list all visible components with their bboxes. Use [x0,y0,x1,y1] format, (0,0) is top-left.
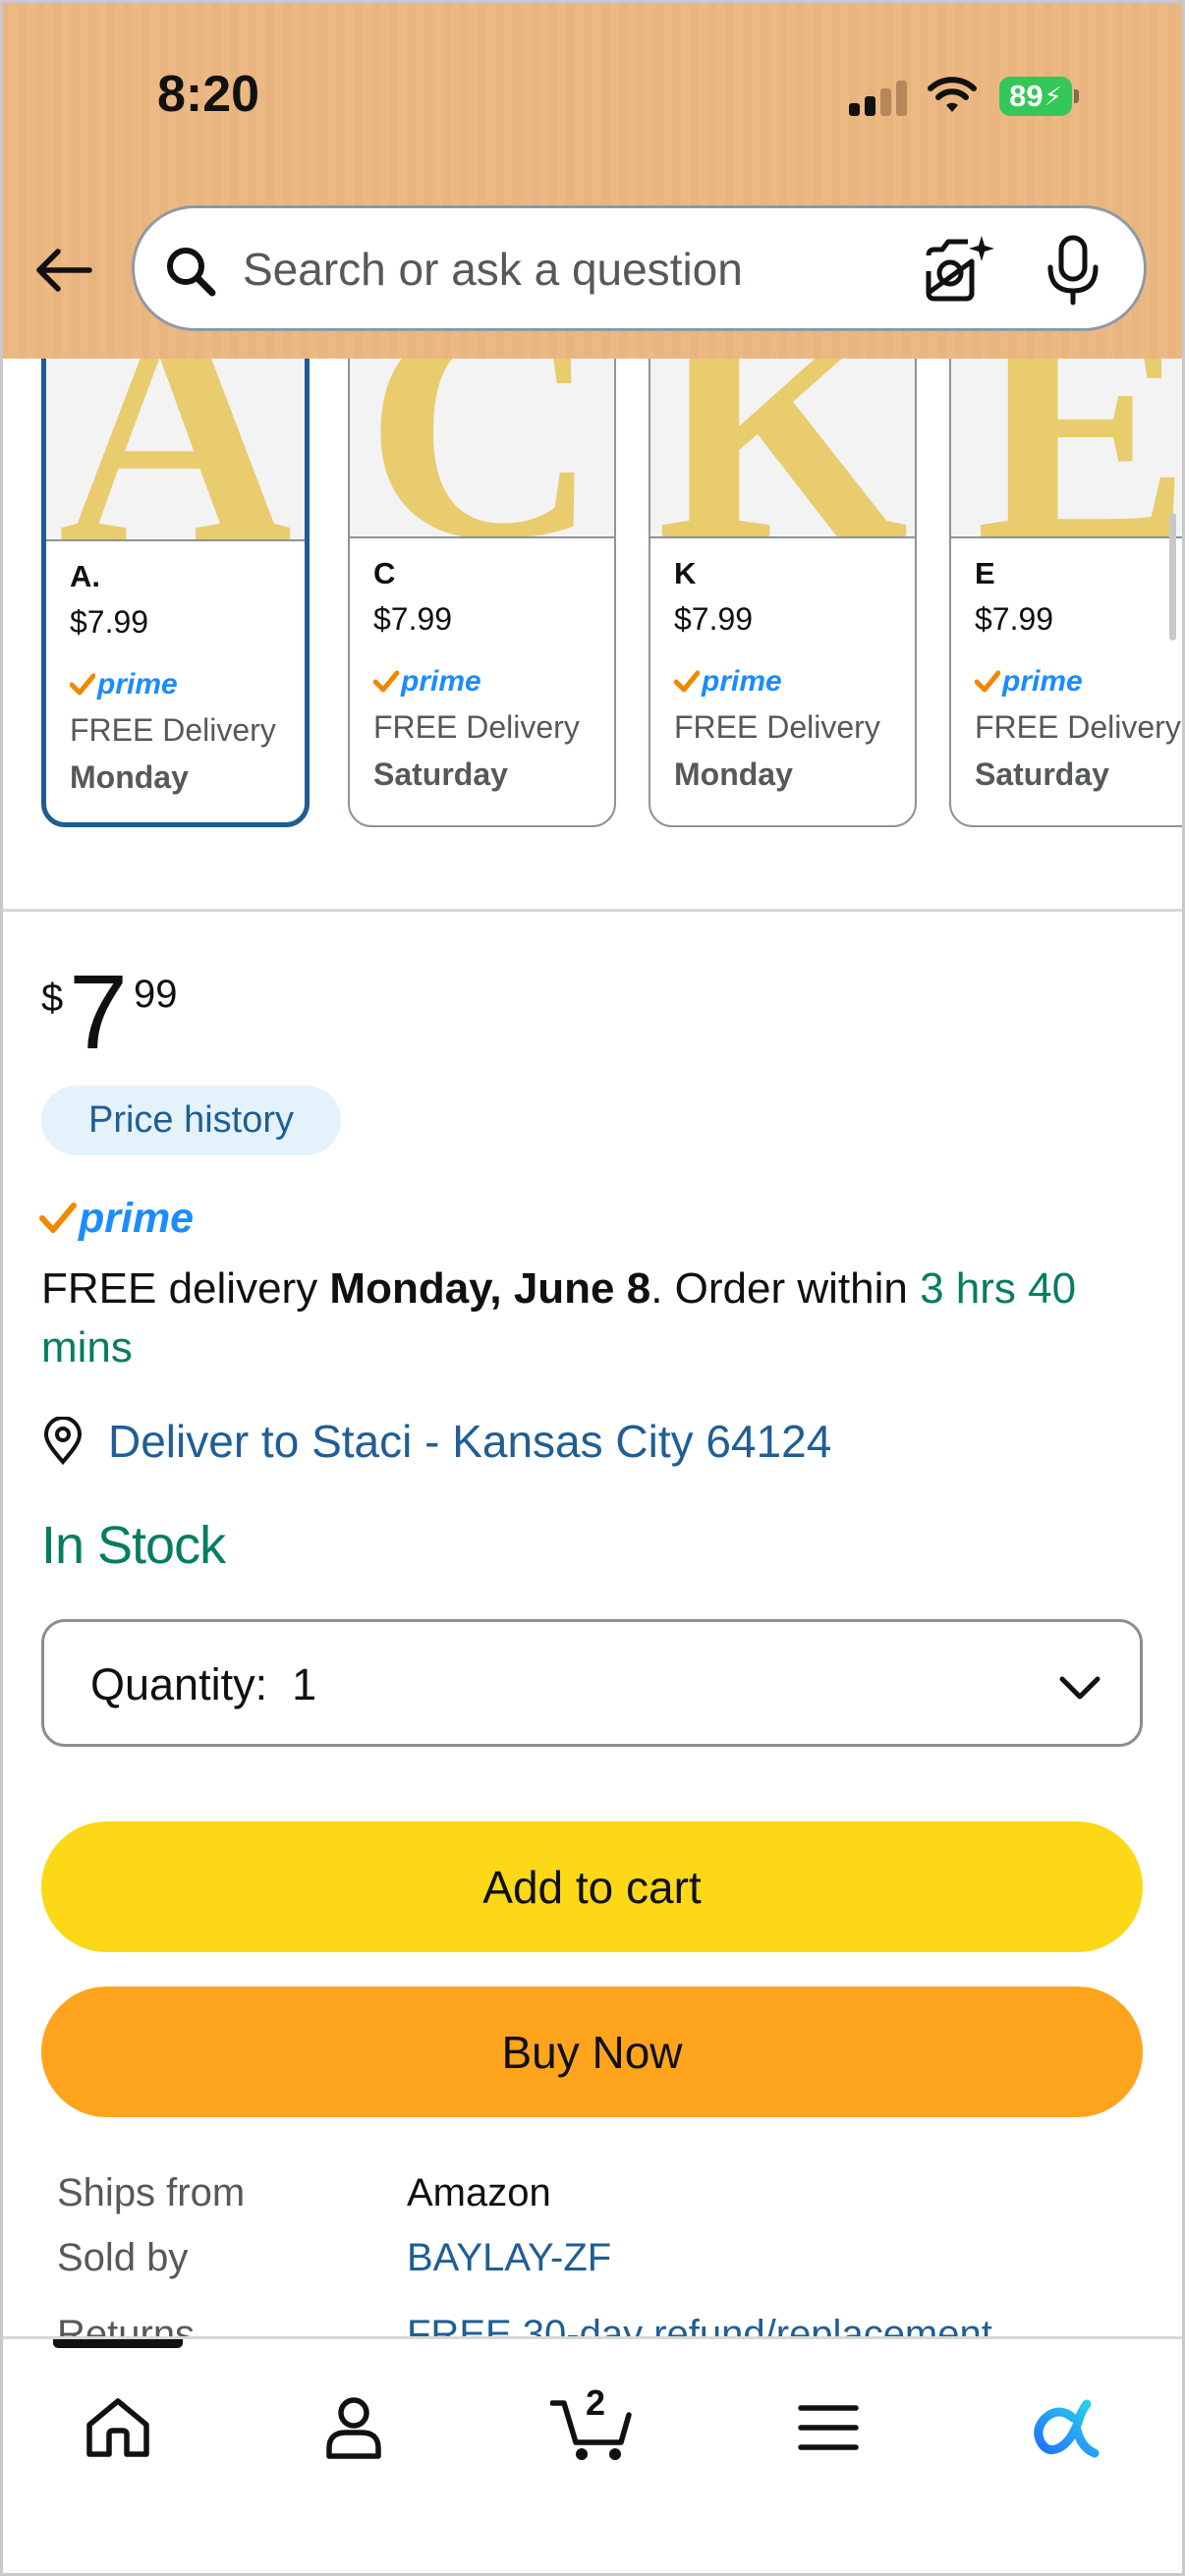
microphone-icon[interactable] [1043,232,1103,308]
battery-indicator: 89 ⚡ [999,77,1072,116]
variation-delivery-day: Saturday [975,756,1109,792]
prime-word: prime [401,665,481,698]
prime-check-icon [975,670,1000,693]
product-page: 8:20 89 ⚡ Search or ask a question A A. … [0,0,1185,2576]
price-whole: 7 [69,952,129,1071]
home-icon [86,2398,149,2457]
variation-image: A [46,359,305,541]
quantity-value: 1 [292,1659,317,1709]
prime-check-icon [373,670,399,693]
nav-cart[interactable]: 2 [542,2379,641,2477]
prime-word: prime [97,668,178,700]
variation-image: C [350,359,614,538]
variation-delivery: FREE Delivery [70,712,276,748]
info-value: Amazon [407,2171,551,2214]
price-symbol: $ [41,977,64,1020]
camera-search-icon[interactable] [921,232,999,307]
nav-home[interactable] [69,2379,167,2477]
location-pin-icon [43,1417,83,1466]
variation-delivery-day: Saturday [373,756,508,792]
buy-now-button[interactable]: Buy Now [41,1987,1143,2117]
active-tab-indicator [53,2339,183,2348]
delivery-prefix: FREE delivery [41,1264,330,1313]
variation-delivery: FREE Delivery [373,709,580,745]
nav-rufus[interactable] [1016,2379,1114,2477]
variation-price: $7.99 [373,601,453,637]
search-icon [167,248,216,297]
deliver-to-link[interactable]: Deliver to Staci - Kansas City 64124 [41,1415,831,1468]
variation-card-a[interactable]: A A. $7.99 prime FREE Delivery Monday [41,359,310,827]
info-key: Ships from [57,2171,246,2214]
variation-image-letter: E [975,359,1185,538]
prime-check-icon [70,673,95,696]
cellular-signal-icon [849,81,908,116]
battery-tip [1074,89,1079,103]
deliver-to-text: Deliver to Staci - Kansas City 64124 [108,1416,832,1467]
prime-badge: prime [39,1189,194,1248]
nav-account[interactable] [305,2379,403,2477]
variation-image: K [650,359,915,538]
section-divider [0,909,1185,912]
search-input[interactable] [243,228,931,310]
chevron-down-icon [1059,1676,1100,1700]
variation-delivery-day: Monday [70,759,189,795]
variation-delivery: FREE Delivery [674,709,880,745]
stock-status: In Stock [41,1516,226,1575]
variation-image: E [951,359,1185,538]
wifi-icon [928,77,977,112]
prime-check-icon [674,670,700,693]
delivery-middle: . Order within [650,1264,921,1313]
prime-check-icon [39,1203,77,1233]
variation-card-k[interactable]: K K $7.99 prime FREE Delivery Monday [649,359,917,827]
price-history-button[interactable]: Price history [41,1086,341,1155]
prime-badge: prime [70,657,305,712]
variation-image-letter: K [656,359,909,538]
back-arrow-icon [36,249,92,292]
back-button[interactable] [31,236,96,305]
quantity-dropdown[interactable]: Quantity: 1 [41,1619,1143,1747]
info-key: Sold by [57,2236,189,2279]
variation-card-e[interactable]: E E $7.99 prime FREE Delivery Saturday [949,359,1185,827]
prime-word: prime [1002,665,1083,698]
delivery-message: FREE delivery Monday, June 8. Order with… [41,1260,1152,1377]
status-time: 8:20 [157,66,260,123]
seller-link[interactable]: BAYLAY-ZF [407,2236,611,2280]
price-fraction: 99 [134,973,178,1016]
variation-delivery: FREE Delivery [975,709,1181,745]
prime-badge: prime [975,654,1185,709]
menu-icon [798,2405,859,2450]
prime-word: prime [79,1194,195,1242]
info-row-sold-by: Sold by BAYLAY-ZF [57,2236,1138,2295]
rufus-icon [1034,2399,1100,2458]
quantity-label-text: Quantity: [90,1659,268,1709]
quantity-label: Quantity: 1 [90,1659,316,1710]
info-row-ships-from: Ships from Amazon [57,2171,1138,2230]
variation-price: $7.99 [975,601,1054,637]
variation-delivery-day: Monday [674,756,793,792]
nav-menu[interactable] [779,2379,877,2477]
variation-card-c[interactable]: C C $7.99 prime FREE Delivery Saturday [348,359,616,827]
delivery-date: Monday, June 8 [329,1264,651,1313]
prime-badge: prime [674,654,915,709]
prime-word: prime [702,665,782,698]
cart-count: 2 [586,2382,606,2423]
variation-image-letter: A [58,359,293,541]
variation-name: E [975,556,995,590]
variation-price: $7.99 [70,604,149,640]
battery-level: 89 [1009,79,1044,113]
charging-bolt-icon: ⚡ [1044,81,1062,111]
variation-image-letter: C [365,359,599,538]
search-bar[interactable] [132,205,1147,331]
account-icon [326,2397,381,2459]
variation-name: A. [70,559,100,593]
variation-name: K [674,556,697,590]
variation-name: C [373,556,396,590]
app-header: 8:20 89 ⚡ [0,0,1185,359]
add-to-cart-button[interactable]: Add to cart [41,1821,1143,1952]
variation-carousel[interactable]: A A. $7.99 prime FREE Delivery Monday C … [0,359,1185,836]
scroll-indicator[interactable] [1169,513,1176,641]
prime-badge: prime [373,654,614,709]
bottom-navigation: 2 [0,2336,1185,2576]
variation-price: $7.99 [674,601,754,637]
